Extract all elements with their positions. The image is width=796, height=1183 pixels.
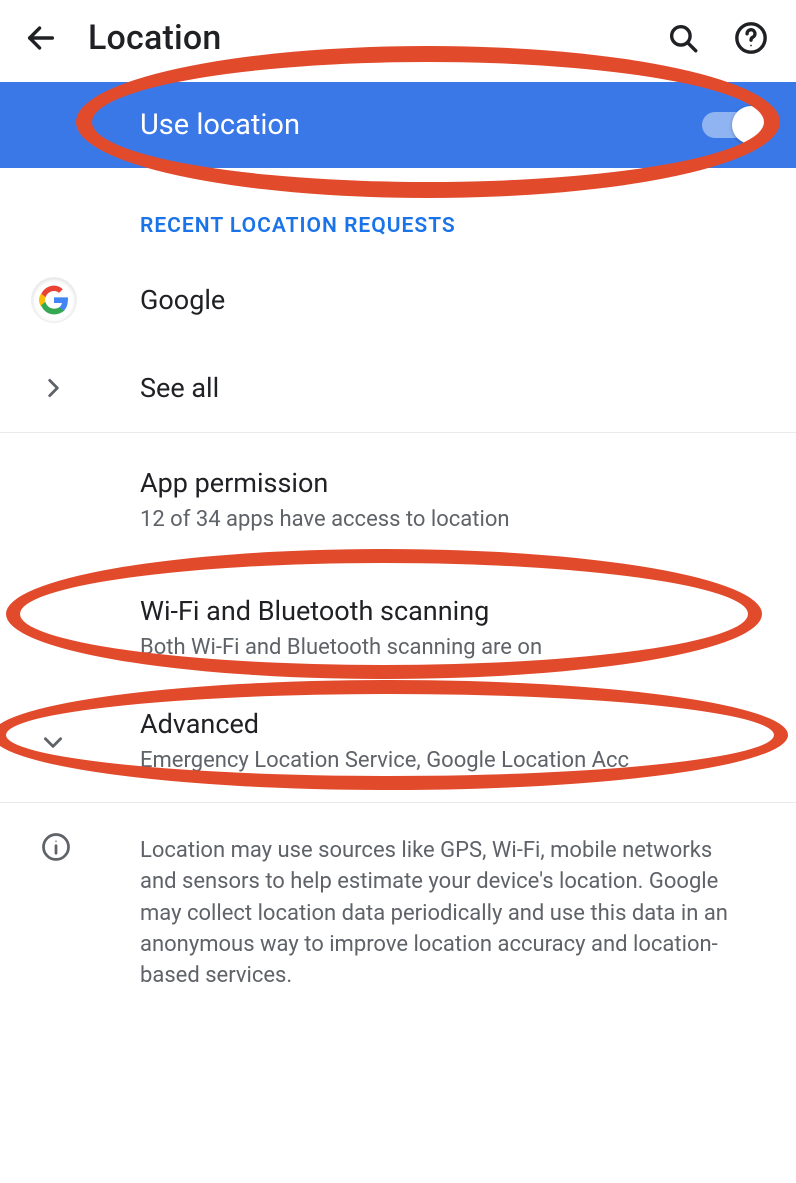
advanced-sub: Emergency Location Service, Google Locat… <box>140 746 772 776</box>
recent-app-google[interactable]: Google <box>0 256 796 344</box>
app-permission-title: App permission <box>140 467 772 499</box>
back-icon[interactable] <box>24 21 58 55</box>
chevron-down-icon <box>40 729 66 755</box>
app-permission-row[interactable]: App permission 12 of 34 apps have access… <box>0 433 796 569</box>
use-location-label: Use location <box>140 108 702 142</box>
wifi-bluetooth-scanning-row[interactable]: Wi-Fi and Bluetooth scanning Both Wi-Fi … <box>0 569 796 689</box>
scanning-title: Wi-Fi and Bluetooth scanning <box>140 595 772 627</box>
recent-requests-header: RECENT LOCATION REQUESTS <box>0 168 796 256</box>
chevron-right-icon <box>40 375 66 401</box>
google-logo-icon <box>32 278 76 322</box>
advanced-title: Advanced <box>140 708 772 740</box>
see-all-row[interactable]: See all <box>0 344 796 432</box>
info-text: Location may use sources like GPS, Wi-Fi… <box>140 831 772 1021</box>
info-icon <box>40 831 72 863</box>
help-icon[interactable] <box>734 21 768 55</box>
toggle-switch[interactable] <box>702 112 762 138</box>
page-title: Location <box>88 18 636 58</box>
info-row: Location may use sources like GPS, Wi-Fi… <box>0 803 796 1041</box>
app-bar: Location <box>0 0 796 82</box>
see-all-label: See all <box>140 372 772 404</box>
app-permission-sub: 12 of 34 apps have access to location <box>140 505 772 535</box>
recent-app-label: Google <box>140 284 772 316</box>
scanning-sub: Both Wi-Fi and Bluetooth scanning are on <box>140 633 772 663</box>
advanced-row[interactable]: Advanced Emergency Location Service, Goo… <box>0 688 796 796</box>
use-location-toggle-row[interactable]: Use location <box>0 82 796 168</box>
search-icon[interactable] <box>666 21 700 55</box>
